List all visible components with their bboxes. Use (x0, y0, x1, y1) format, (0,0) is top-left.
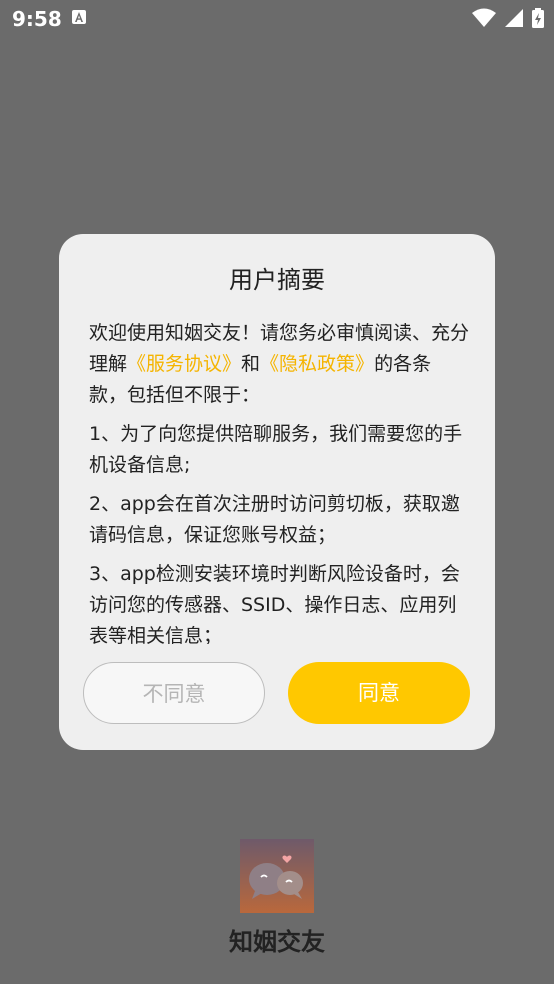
status-bar: 9:58 (0, 0, 554, 38)
user-summary-dialog: 用户摘要 欢迎使用知姻交友！请您务必审慎阅读、充分理解《服务协议》和《隐私政策》… (59, 234, 495, 750)
privacy-policy-link[interactable]: 《隐私政策》 (260, 353, 374, 375)
chat-bubbles-logo-icon (240, 839, 314, 913)
and-word: 和 (241, 353, 261, 375)
disagree-button[interactable]: 不同意 (83, 662, 265, 724)
service-agreement-link[interactable]: 《服务协议》 (127, 353, 241, 375)
a-notification-icon (72, 10, 86, 24)
list-item: 3、app检测安装环境时判断风险设备时，会访问您的传感器、SSID、操作日志、应… (89, 563, 460, 644)
system-icons (468, 8, 544, 28)
battery-charging-icon (532, 8, 544, 28)
cellular-icon (504, 9, 523, 27)
status-time: 9:58 (12, 7, 62, 31)
list-item: 1、为了向您提供陪聊服务，我们需要您的手机设备信息; (89, 423, 463, 476)
dialog-body[interactable]: 欢迎使用知姻交友！请您务必审慎阅读、充分理解《服务协议》和《隐私政策》的各条款，… (89, 318, 469, 644)
wifi-icon (471, 8, 496, 27)
dialog-title: 用户摘要 (229, 266, 325, 294)
app-name: 知姻交友 (229, 928, 325, 956)
list-item: 2、app会在首次注册时访问剪切板，获取邀请码信息，保证您账号权益； (89, 493, 460, 546)
agree-button[interactable]: 同意 (288, 662, 470, 724)
intro-paragraph: 欢迎使用知姻交友！请您务必审慎阅读、充分理解《服务协议》和《隐私政策》的各条款，… (89, 318, 469, 411)
